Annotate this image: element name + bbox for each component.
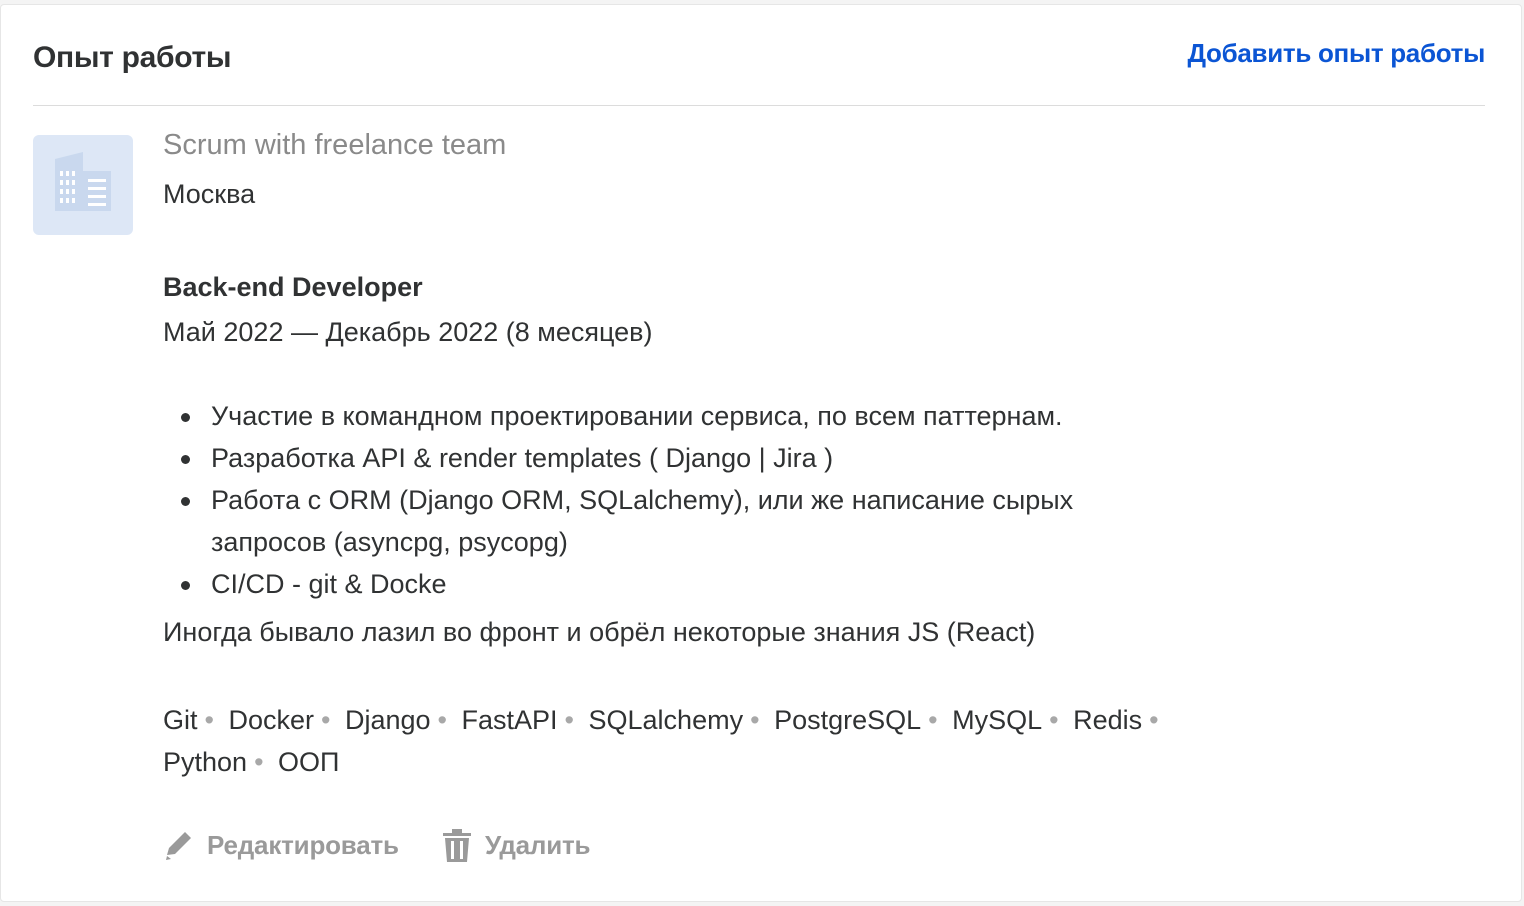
skill-tag: Django — [344, 705, 431, 735]
job-period: Май 2022 — Декабрь 2022 (8 месяцев) — [163, 317, 653, 347]
delete-label: Удалить — [485, 829, 591, 860]
skills-list: Git • Docker • Django • FastAPI • SQLalchemy… — [163, 699, 1203, 783]
section-header: Опыт работы Добавить опыт работы — [33, 5, 1485, 106]
company-city: Москва — [163, 179, 256, 209]
skill-separator: • — [1049, 705, 1059, 735]
skill-separator: • — [750, 705, 760, 735]
trash-icon — [443, 829, 471, 862]
edit-label: Редактировать — [207, 829, 399, 860]
pencil-icon — [166, 832, 191, 860]
skill-separator: • — [254, 747, 264, 777]
skill-tag: Redis — [1073, 705, 1143, 735]
duties-list: Участие в командном проектировании серви… — [163, 395, 1123, 605]
duty-item: Разработка API & render templates ( Djan… — [181, 437, 1123, 479]
skill-tag: Git — [163, 705, 198, 735]
skill-separator: • — [204, 705, 214, 735]
skill-separator: • — [564, 705, 574, 735]
skill-tag: FastAPI — [461, 705, 558, 735]
company-name[interactable]: Scrum with freelance team — [163, 129, 506, 162]
work-experience-card: Опыт работы Добавить опыт работы Scrum w… — [0, 4, 1522, 902]
duty-item: Участие в командном проектировании серви… — [181, 395, 1123, 437]
duty-item: Работа с ORM (Django ORM, SQLalchemy), и… — [181, 479, 1123, 563]
skill-separator: • — [928, 705, 938, 735]
building-icon — [55, 152, 111, 211]
skill-separator: • — [321, 705, 331, 735]
add-experience-link[interactable]: Добавить опыт работы — [1188, 38, 1486, 69]
extra-note: Иногда бывало лазил во фронт и обрёл нек… — [163, 617, 1036, 647]
company-logo — [33, 135, 133, 235]
skill-separator: • — [437, 705, 447, 735]
skill-tag: MySQL — [952, 705, 1043, 735]
skill-separator: • — [1149, 705, 1159, 735]
skill-tag: PostgreSQL — [774, 705, 922, 735]
job-position: Back-end Developer — [163, 272, 423, 302]
skill-tag: ООП — [278, 747, 340, 777]
delete-button[interactable]: Удалить — [441, 823, 591, 867]
duty-item: CI/CD - git & Docke — [181, 563, 1123, 605]
skill-tag: Python — [163, 747, 248, 777]
section-title: Опыт работы — [33, 41, 232, 74]
skill-tag: Docker — [228, 705, 315, 735]
edit-button[interactable]: Редактировать — [163, 823, 399, 867]
skill-tag: SQLalchemy — [588, 705, 744, 735]
